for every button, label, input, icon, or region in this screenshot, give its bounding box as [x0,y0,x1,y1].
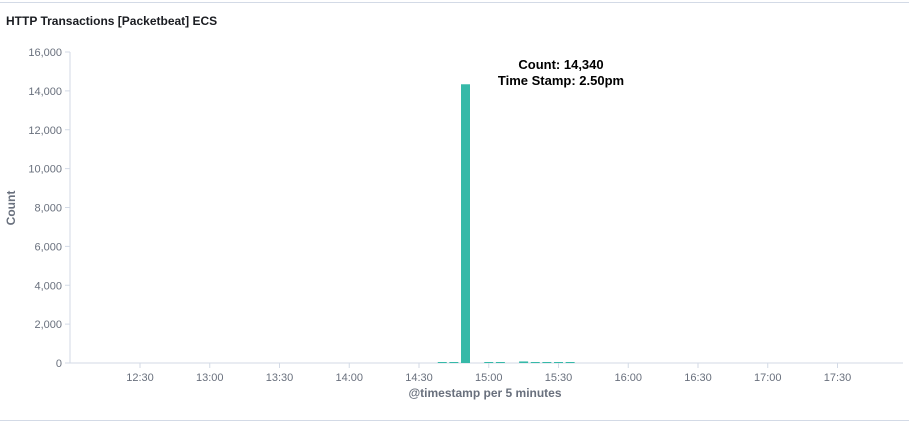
x-tick-label: 13:30 [266,372,294,384]
y-tick-label: 12,000 [28,125,62,137]
bar-1450[interactable] [461,84,470,364]
panel-bottom-border [0,420,909,421]
bar-1535[interactable] [565,362,575,363]
y-axis: 0 2,000 4,000 6,000 8,000 10,000 12,000 14,000 1… [28,47,71,370]
x-tick-label: 16:00 [614,372,642,384]
x-tick-label: 17:30 [824,372,852,384]
y-tick-label: 8,000 [34,203,62,215]
bar-1505[interactable] [495,362,505,363]
bar-tooltip-annotation: Count: 14,340 Time Stamp: 2.50pm [491,57,631,89]
bar-series[interactable] [437,84,575,364]
x-tick-label: 12:30 [126,372,154,384]
y-axis-title: Count [4,190,18,226]
bar-1500[interactable] [484,362,494,363]
annotation-count: Count: 14,340 [518,57,604,72]
y-tick-label: 0 [56,358,62,370]
bar-1520[interactable] [530,362,540,363]
x-axis-title: @timestamp per 5 minutes [408,386,562,400]
bar-1530[interactable] [554,362,563,363]
y-tick-label: 10,000 [28,164,62,176]
x-tick-label: 17:00 [754,372,782,384]
y-tick-label: 14,000 [28,86,62,98]
y-tick-label: 4,000 [34,280,62,292]
y-tick-label: 16,000 [28,47,62,59]
annotation-timestamp: Time Stamp: 2.50pm [497,73,625,88]
x-tick-label: 16:30 [684,372,712,384]
x-tick-label: 13:00 [196,372,224,384]
y-tick-label: 2,000 [34,319,62,331]
bar-1525[interactable] [542,362,552,363]
bar-1515[interactable] [519,361,529,363]
x-tick-label: 15:30 [545,372,573,384]
x-tick-label: 14:30 [405,372,433,384]
bar-1440[interactable] [437,362,447,363]
bar-chart: 0 2,000 4,000 6,000 8,000 10,000 12,000 14,000 1… [28,47,903,384]
x-tick-label: 15:00 [475,372,503,384]
x-tick-label: 14:00 [335,372,363,384]
y-tick-label: 6,000 [34,241,62,253]
x-axis: 12:30 13:00 13:30 14:00 14:30 15:00 15:30 16:00… [70,362,903,384]
bar-1445[interactable] [449,362,459,363]
